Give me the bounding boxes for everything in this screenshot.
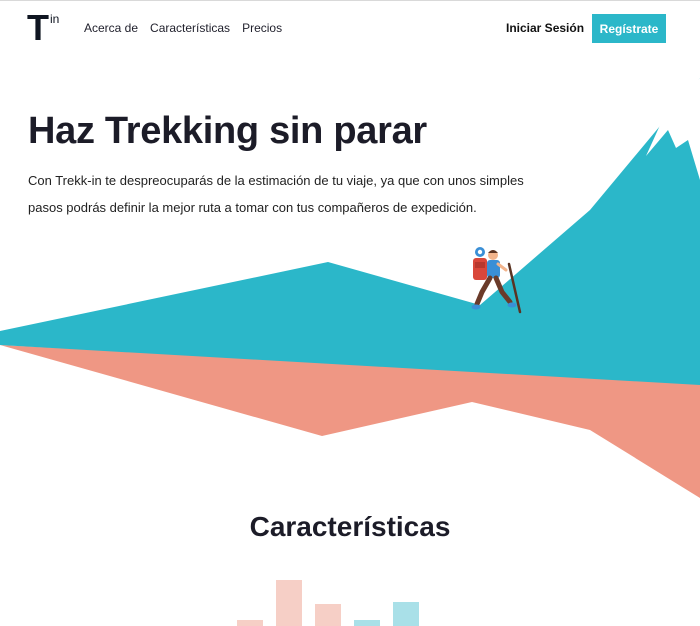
nav-link-features[interactable]: Características bbox=[150, 21, 230, 35]
deco-bar bbox=[276, 580, 302, 626]
nav-link-about[interactable]: Acerca de bbox=[84, 21, 138, 35]
main-nav: Acerca de Características Precios bbox=[84, 21, 282, 35]
hero-title: Haz Trekking sin parar bbox=[28, 110, 427, 152]
nav-link-pricing[interactable]: Precios bbox=[242, 21, 282, 35]
deco-bar bbox=[237, 620, 263, 626]
logo-letter: T bbox=[27, 7, 49, 48]
login-link[interactable]: Iniciar Sesión bbox=[506, 21, 584, 35]
hiker-illustration bbox=[471, 247, 522, 314]
brand-logo[interactable]: T in bbox=[27, 7, 67, 48]
signup-button[interactable]: Regístrate bbox=[592, 14, 666, 43]
logo-superscript: in bbox=[50, 12, 60, 26]
deco-bar bbox=[354, 620, 380, 626]
features-title: Características bbox=[249, 511, 451, 542]
decorative-bars bbox=[237, 580, 419, 626]
site-header: T in Acerca de Características Precios I… bbox=[0, 0, 700, 58]
deco-bar bbox=[315, 604, 341, 626]
hero-description: Con Trekk-in te despreocuparás de la est… bbox=[28, 173, 524, 215]
deco-bar bbox=[393, 602, 419, 626]
